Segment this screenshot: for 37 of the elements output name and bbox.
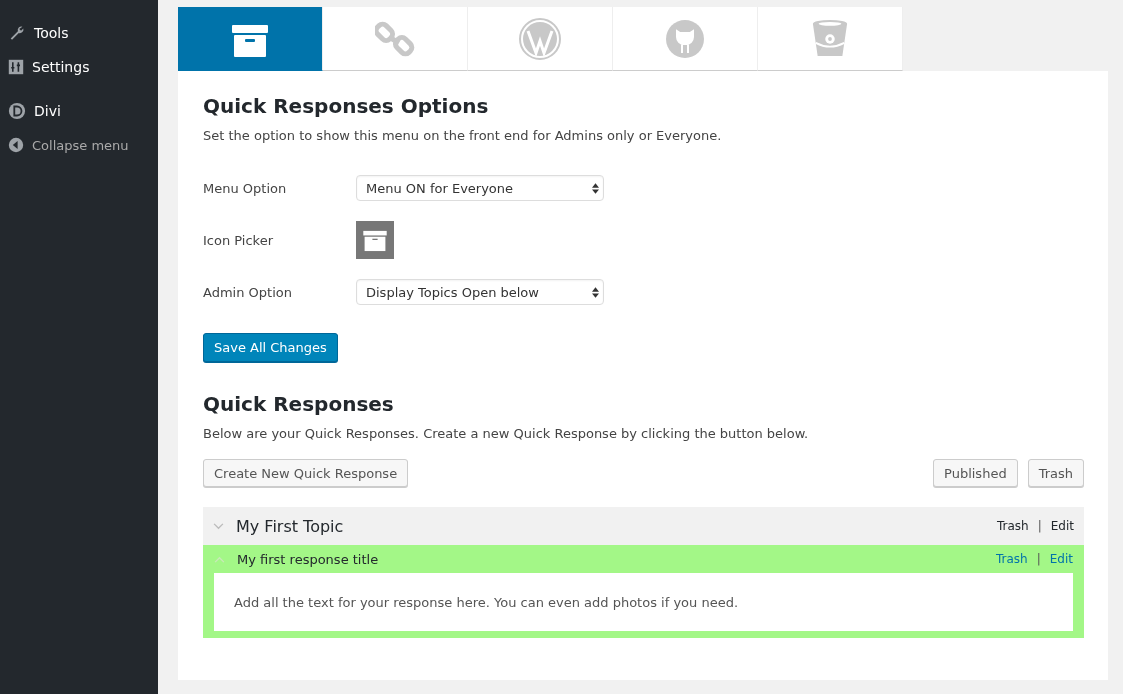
sliders-icon — [8, 59, 24, 75]
save-button[interactable]: Save All Changes — [203, 333, 338, 362]
section-description: Set the option to show this menu on the front end for Admins only or Everyone. — [203, 128, 723, 143]
action-link[interactable]: Edit — [1050, 519, 1074, 533]
response-title: My first response title — [237, 551, 380, 567]
tab[interactable] — [178, 7, 323, 71]
action-link[interactable]: Edit — [1049, 552, 1073, 566]
sidebar-item[interactable]: Settings — [0, 50, 158, 84]
wordpress-logo-icon — [518, 16, 562, 61]
section-heading: Quick Responses — [203, 392, 395, 416]
separator: | — [1037, 519, 1042, 533]
field-label: Icon Picker — [203, 232, 275, 248]
dropdown[interactable]: Display Topics Open below — [356, 279, 604, 305]
action-link[interactable]: Trash — [996, 552, 1028, 566]
filter-button[interactable]: Trash — [1027, 459, 1084, 487]
icon-picker-button[interactable] — [356, 221, 394, 259]
chevron-up-icon[interactable] — [214, 555, 225, 563]
section-heading: Quick Responses Options — [203, 94, 490, 118]
github-cat-icon — [665, 18, 705, 59]
field-label: Menu Option — [203, 180, 288, 196]
wrench-icon — [8, 24, 26, 42]
topic-title: My First Topic — [236, 516, 345, 536]
action-link[interactable]: Trash — [997, 519, 1029, 533]
sidebar-item[interactable]: Collapse menu — [0, 128, 158, 162]
sidebar-item[interactable]: Tools — [0, 16, 158, 50]
field-label: Admin Option — [203, 284, 293, 300]
separator: | — [1036, 552, 1041, 566]
filter-button[interactable]: Published — [933, 459, 1018, 487]
letter-d-circle-icon — [8, 102, 26, 120]
dropdown[interactable]: Menu ON for Everyone — [356, 175, 604, 201]
create-button[interactable]: Create New Quick Response — [203, 459, 409, 487]
up-down-caret-icon — [592, 182, 599, 194]
chevron-down-icon[interactable] — [213, 522, 224, 530]
response-text: Add all the text for your response here. You can even add photos if you need. — [234, 594, 739, 610]
sidebar-item[interactable]: Divi — [0, 94, 158, 128]
up-down-caret-icon — [592, 286, 599, 298]
section-description: Below are your Quick Responses. Create a new Quick Response by clicking the button below. — [203, 426, 810, 441]
